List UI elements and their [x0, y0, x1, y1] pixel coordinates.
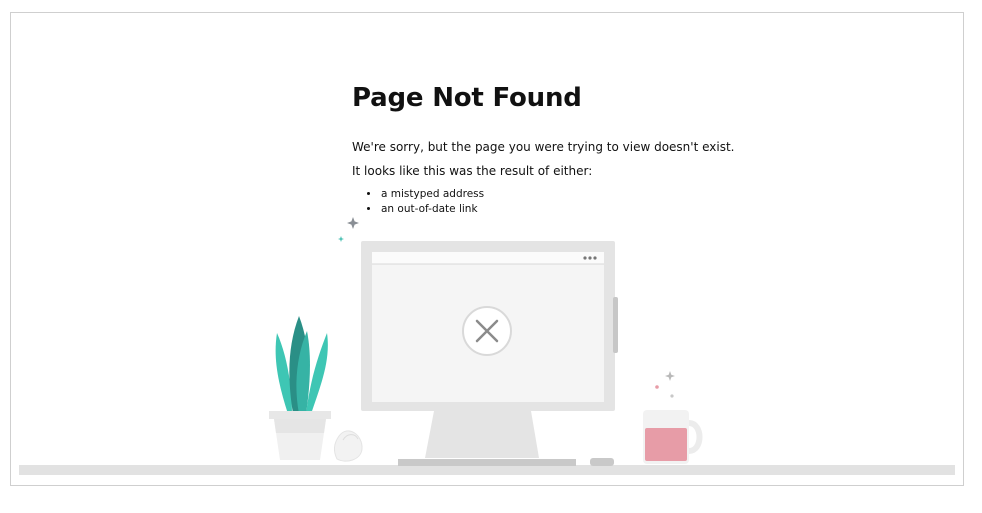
mug-icon — [643, 410, 703, 464]
pouch-icon — [334, 430, 363, 462]
cause-list: a mistyped address an out-of-date link — [352, 187, 772, 217]
cause-item-mistyped-address: a mistyped address — [380, 187, 772, 202]
cause-item-outdated-link: an out-of-date link — [380, 202, 772, 217]
close-icon — [462, 306, 512, 356]
error-content: Page Not Found We're sorry, but the page… — [352, 83, 772, 217]
sparkle-icon — [655, 385, 659, 389]
sparkle-icon — [338, 236, 344, 242]
page-title: Page Not Found — [352, 83, 582, 113]
desk-surface — [19, 465, 955, 475]
error-page-frame: Page Not Found We're sorry, but the page… — [10, 12, 964, 486]
error-message: We're sorry, but the page you were tryin… — [352, 140, 735, 154]
sparkle-icon — [347, 217, 359, 229]
cause-intro: It looks like this was the result of eit… — [352, 164, 593, 178]
plant-icon — [269, 316, 331, 460]
sparkle-icon — [670, 394, 674, 398]
sparkle-icon — [665, 371, 675, 381]
